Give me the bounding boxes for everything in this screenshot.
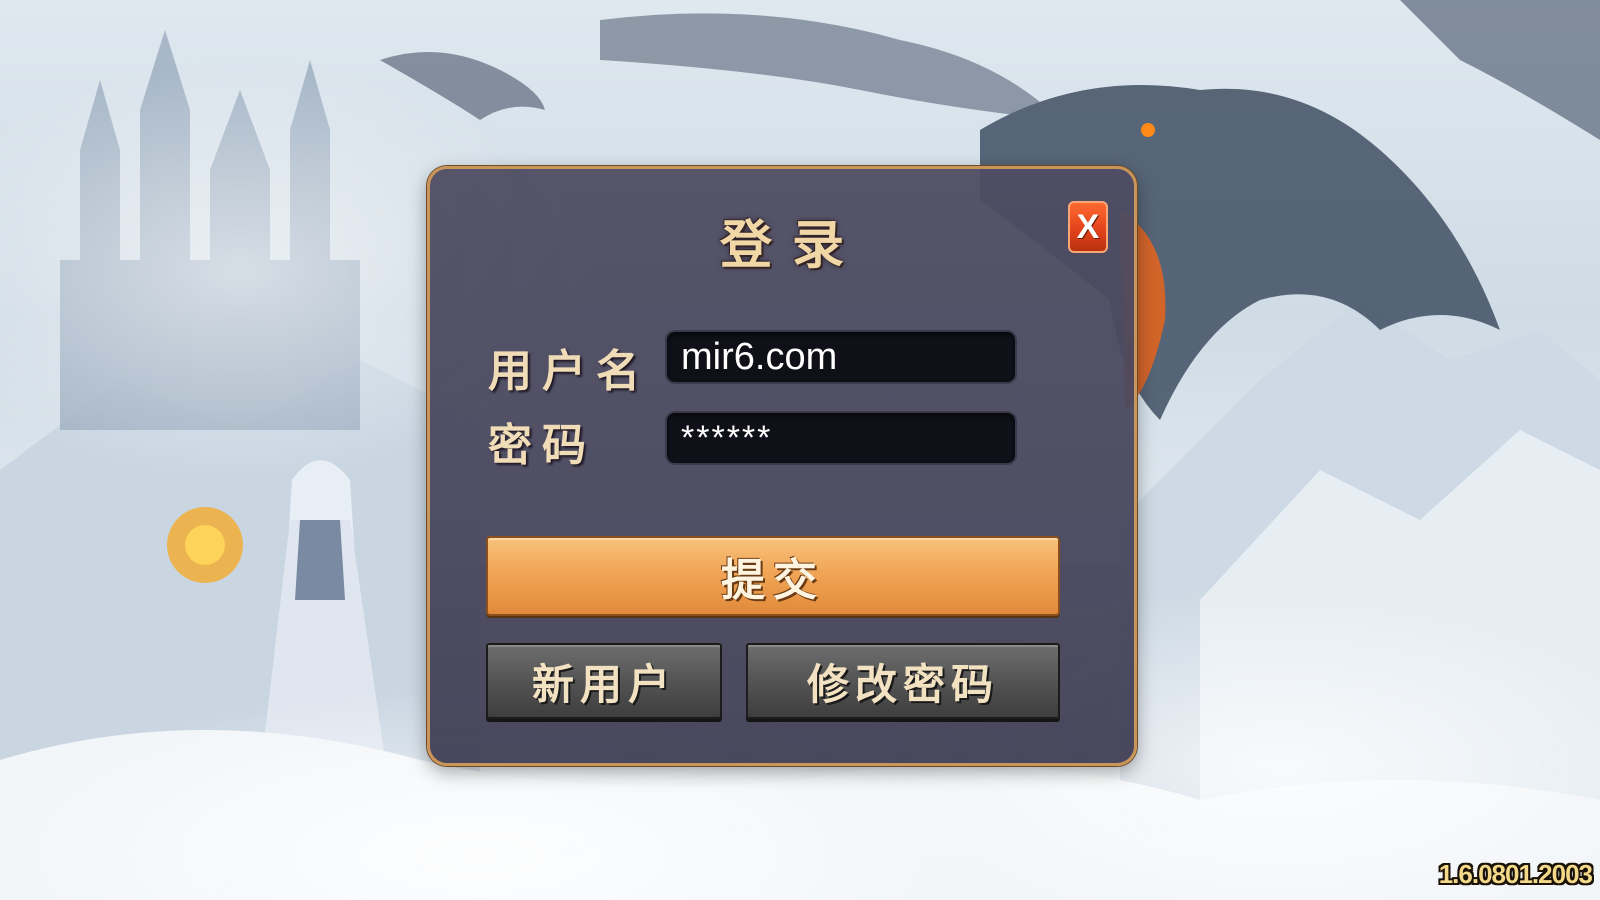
submit-button[interactable]: 提交 bbox=[486, 536, 1060, 616]
new-user-button[interactable]: 新用户 bbox=[486, 643, 722, 719]
change-password-button[interactable]: 修改密码 bbox=[746, 643, 1060, 719]
login-screen: 登录 X 用户名 mir6.com 密码 ****** 提交 新用户 修改密码 … bbox=[0, 0, 1600, 900]
password-value: ****** bbox=[681, 418, 773, 457]
username-label: 用户名 bbox=[488, 346, 650, 397]
password-label: 密码 bbox=[488, 420, 596, 471]
username-value: mir6.com bbox=[681, 335, 838, 378]
username-input[interactable]: mir6.com bbox=[665, 330, 1017, 384]
login-dialog: 登录 X 用户名 mir6.com 密码 ****** 提交 新用户 修改密码 bbox=[427, 166, 1137, 766]
password-input[interactable]: ****** bbox=[665, 411, 1017, 465]
dialog-title: 登录 bbox=[719, 216, 864, 276]
version-label: 1.6.0801.2003 bbox=[1438, 859, 1593, 889]
close-button[interactable]: X bbox=[1068, 201, 1108, 253]
